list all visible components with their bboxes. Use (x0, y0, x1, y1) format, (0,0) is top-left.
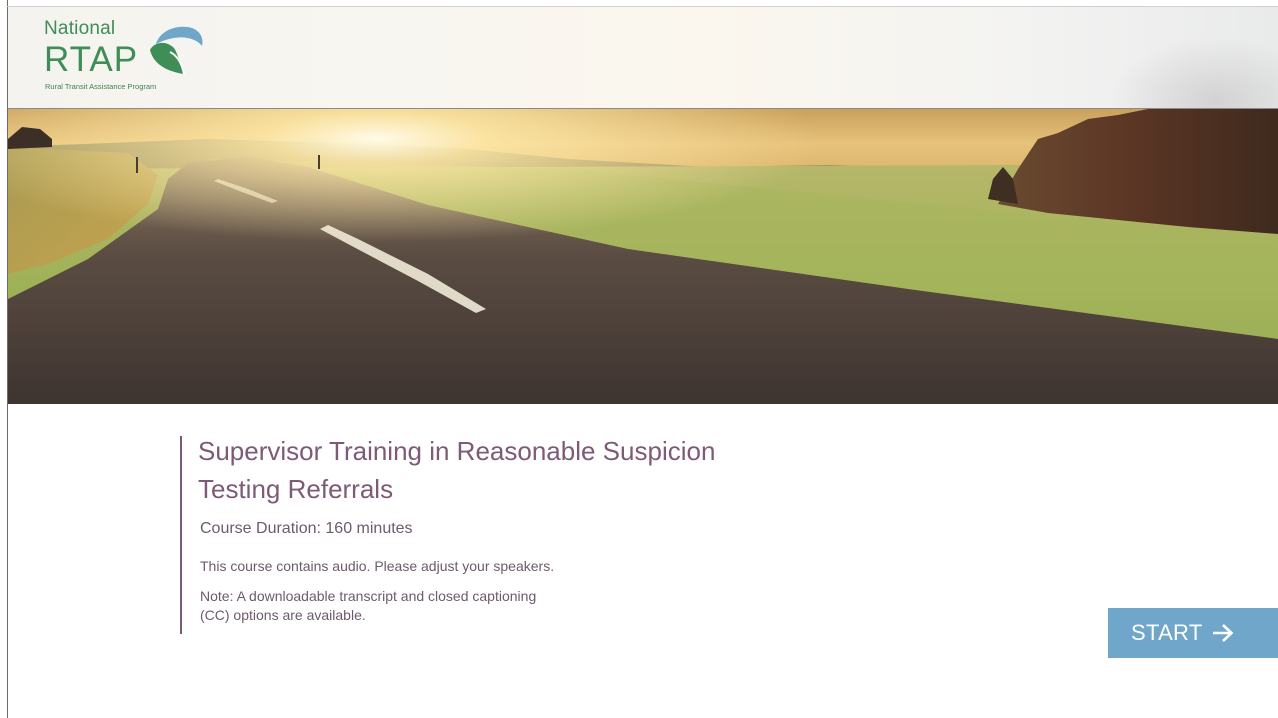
logo-national-text: National (44, 18, 116, 39)
course-title: Supervisor Training in Reasonable Suspic… (198, 436, 716, 504)
hero-photo (8, 109, 1278, 404)
start-button-label: START (1131, 620, 1203, 645)
header-haze (1108, 37, 1278, 115)
course-duration: Course Duration: 160 minutes (200, 520, 413, 537)
leaf-logo-icon (150, 26, 203, 75)
start-button[interactable]: START (1108, 608, 1278, 658)
transcript-cc-notice: Note: A downloadable transcript and clos… (200, 588, 537, 623)
logo-tagline: Rural Transit Assistance Program (45, 82, 157, 91)
national-rtap-logo: National RTAP Rural Transit Assistance P… (44, 18, 214, 98)
title-accent-bar (180, 436, 182, 634)
audio-notice: This course contains audio. Please adjus… (200, 558, 555, 574)
rural-road-sunrise-photo (8, 109, 1278, 404)
course-title-page: National RTAP Rural Transit Assistance P… (0, 0, 1278, 718)
arrow-right-icon (1212, 624, 1233, 642)
logo-rtap-text: RTAP (44, 40, 139, 79)
